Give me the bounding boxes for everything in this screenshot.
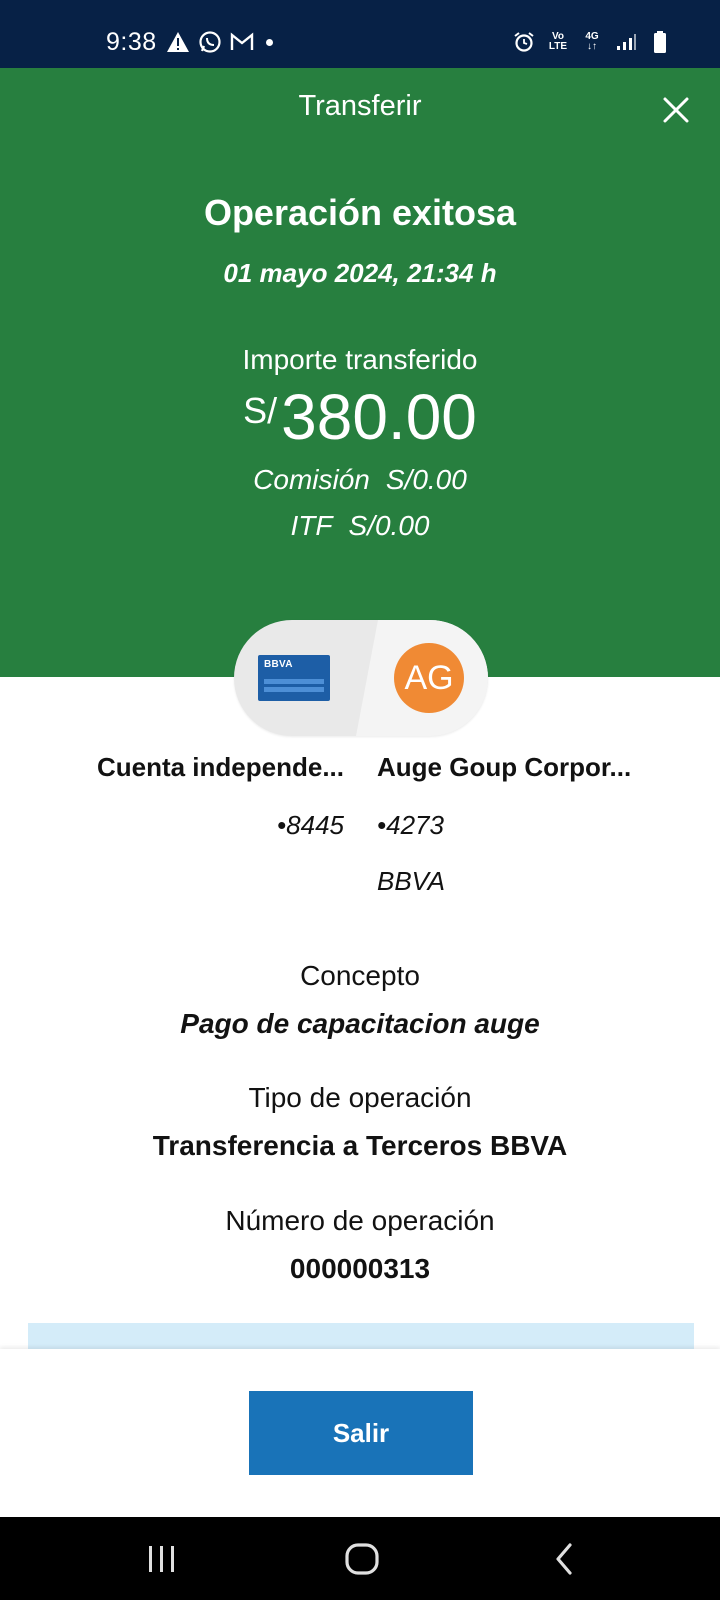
itf-line: ITF S/0.00 bbox=[0, 510, 720, 542]
status-icons-left bbox=[166, 30, 273, 54]
gmail-icon bbox=[230, 30, 254, 54]
back-icon[interactable] bbox=[542, 1537, 586, 1581]
alarm-icon bbox=[512, 30, 536, 54]
bbva-card-icon: BBVA bbox=[258, 655, 330, 701]
bottom-action-area: Salir bbox=[0, 1349, 720, 1517]
destination-avatar: AG bbox=[394, 643, 464, 713]
commission-value: S/0.00 bbox=[385, 464, 467, 495]
amount-label: Importe transferido bbox=[242, 344, 478, 375]
signal-icon bbox=[614, 30, 638, 54]
origin-account-number: •8445 bbox=[277, 810, 344, 840]
close-icon[interactable] bbox=[662, 96, 690, 124]
commission-label: Comisión bbox=[253, 464, 370, 495]
volte-bottom: LTE bbox=[548, 41, 568, 52]
alert-triangle-icon bbox=[166, 30, 190, 54]
home-icon[interactable] bbox=[340, 1537, 384, 1581]
destination-account-number: •4273 bbox=[377, 810, 444, 840]
operation-number-label: Número de operación bbox=[225, 1205, 495, 1236]
origin-account-name: Cuenta independe... bbox=[96, 752, 344, 782]
amount-currency: S/ bbox=[243, 390, 278, 431]
status-time: 9:38 bbox=[106, 28, 157, 56]
itf-value: S/0.00 bbox=[348, 510, 430, 541]
destination-bank: BBVA bbox=[377, 866, 445, 896]
commission-line: Comisión S/0.00 bbox=[0, 464, 720, 496]
destination-account-name: Auge Goup Corpor... bbox=[377, 752, 632, 782]
success-title: Operación exitosa bbox=[203, 192, 517, 233]
recent-apps-icon[interactable] bbox=[140, 1537, 184, 1581]
whatsapp-icon bbox=[198, 30, 222, 54]
operation-type-label: Tipo de operación bbox=[248, 1082, 472, 1113]
battery-icon bbox=[648, 30, 672, 54]
network-type: 4G bbox=[585, 31, 599, 42]
volte-icon: Vo LTE bbox=[546, 30, 570, 54]
operation-date: 01 mayo 2024, 21:34 h bbox=[223, 258, 497, 288]
status-icons-right: Vo LTE 4G ↓↑ bbox=[512, 30, 672, 54]
operation-type-value: Transferencia a Terceros BBVA bbox=[152, 1130, 568, 1161]
card-bank-label: BBVA bbox=[264, 659, 293, 670]
notification-dot-icon bbox=[266, 38, 273, 46]
concept-label: Concepto bbox=[300, 960, 420, 991]
transfer-accounts-pill: BBVA AG bbox=[234, 620, 488, 736]
operation-number-value: 000000313 bbox=[289, 1253, 431, 1284]
info-banner bbox=[28, 1323, 694, 1351]
exit-button[interactable]: Salir bbox=[249, 1391, 473, 1475]
itf-label: ITF bbox=[290, 510, 333, 541]
success-header: Transferir Operación exitosa 01 mayo 202… bbox=[0, 68, 720, 677]
amount-value: 380.00 bbox=[281, 381, 477, 453]
concept-value: Pago de capacitacion auge bbox=[180, 1008, 540, 1039]
page-title: Transferir bbox=[298, 90, 422, 122]
4g-icon: 4G ↓↑ bbox=[585, 31, 599, 52]
status-bar: 9:38 Vo LTE 4G ↓↑ bbox=[0, 0, 720, 68]
transferred-amount: S/380.00 bbox=[0, 380, 720, 454]
system-nav-bar bbox=[0, 1517, 720, 1600]
